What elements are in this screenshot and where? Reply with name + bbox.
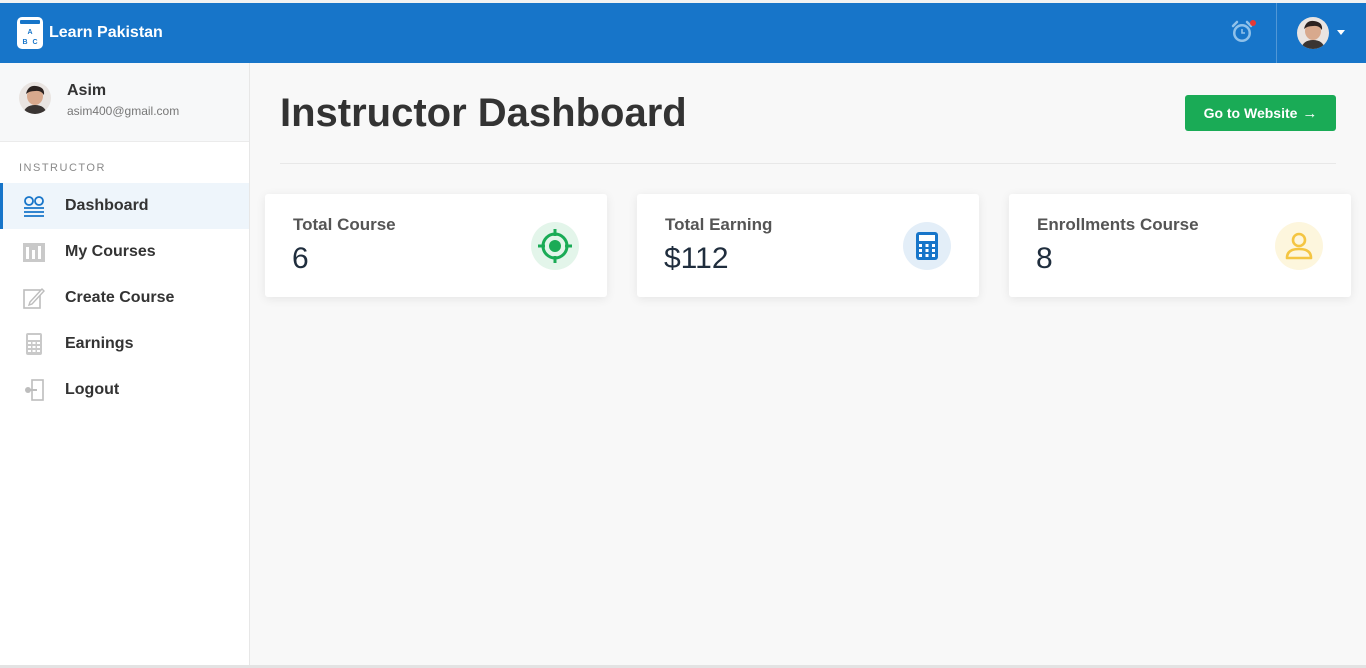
- arrow-right-icon: →: [1302, 104, 1318, 122]
- sidebar-item-label: Earnings: [65, 335, 134, 352]
- stat-card-enrollments-course: Enrollments Course 8: [1009, 194, 1351, 297]
- stat-title: Enrollments Course: [1037, 215, 1199, 234]
- edit-icon: [22, 286, 46, 310]
- alarm-clock-icon[interactable]: [1228, 17, 1258, 47]
- sidebar-nav: Dashboard My Courses Create Course Earni…: [0, 183, 249, 413]
- sidebar-section-label: INSTRUCTOR: [19, 162, 106, 174]
- stat-value: $112: [664, 242, 729, 275]
- stat-value: 8: [1036, 242, 1053, 275]
- stat-value: 6: [292, 242, 309, 275]
- stat-card-total-course: Total Course 6: [265, 194, 607, 297]
- sidebar-profile: Asim asim400@gmail.com: [0, 63, 249, 142]
- sidebar-item-my-courses[interactable]: My Courses: [0, 229, 249, 275]
- brand-name: Learn Pakistan: [49, 24, 163, 41]
- stat-title: Total Course: [293, 215, 396, 234]
- sidebar-item-label: Dashboard: [65, 197, 149, 214]
- profile-email: asim400@gmail.com: [67, 104, 180, 118]
- user-icon: [1275, 222, 1323, 270]
- sidebar-item-label: Logout: [65, 381, 120, 398]
- profile-name: Asim: [67, 82, 107, 99]
- sidebar-item-create-course[interactable]: Create Course: [0, 275, 249, 321]
- user-avatar[interactable]: [1297, 17, 1329, 49]
- sidebar-item-label: Create Course: [65, 289, 175, 306]
- stat-card-total-earning: Total Earning $112: [637, 194, 979, 297]
- divider: [280, 163, 1336, 164]
- courses-icon: [22, 240, 46, 264]
- top-navbar: A B C Learn Pakistan: [0, 3, 1366, 63]
- sidebar-item-earnings[interactable]: Earnings: [0, 321, 249, 367]
- brand-logo-icon: A B C: [17, 17, 43, 49]
- stat-title: Total Earning: [665, 215, 773, 234]
- chevron-down-icon[interactable]: [1337, 30, 1345, 35]
- go-to-website-button[interactable]: Go to Website →: [1185, 95, 1336, 131]
- go-to-website-label: Go to Website: [1203, 105, 1298, 121]
- svg-text:C: C: [32, 39, 37, 46]
- svg-text:B: B: [22, 39, 27, 46]
- target-icon: [531, 222, 579, 270]
- main-content: Instructor Dashboard Go to Website → Tot…: [250, 63, 1366, 668]
- logout-icon: [22, 378, 46, 402]
- topbar-divider: [1276, 3, 1277, 63]
- calculator-icon: [22, 332, 46, 356]
- sidebar: Asim asim400@gmail.com INSTRUCTOR Dashbo…: [0, 63, 250, 668]
- dashboard-icon: [22, 194, 46, 218]
- brand-link[interactable]: A B C Learn Pakistan: [17, 17, 163, 49]
- page-title: Instructor Dashboard: [280, 91, 687, 135]
- sidebar-item-logout[interactable]: Logout: [0, 367, 249, 413]
- svg-text:A: A: [27, 29, 32, 36]
- sidebar-item-label: My Courses: [65, 243, 156, 260]
- calculator-icon: [903, 222, 951, 270]
- sidebar-avatar: [19, 82, 51, 114]
- sidebar-item-dashboard[interactable]: Dashboard: [0, 183, 249, 229]
